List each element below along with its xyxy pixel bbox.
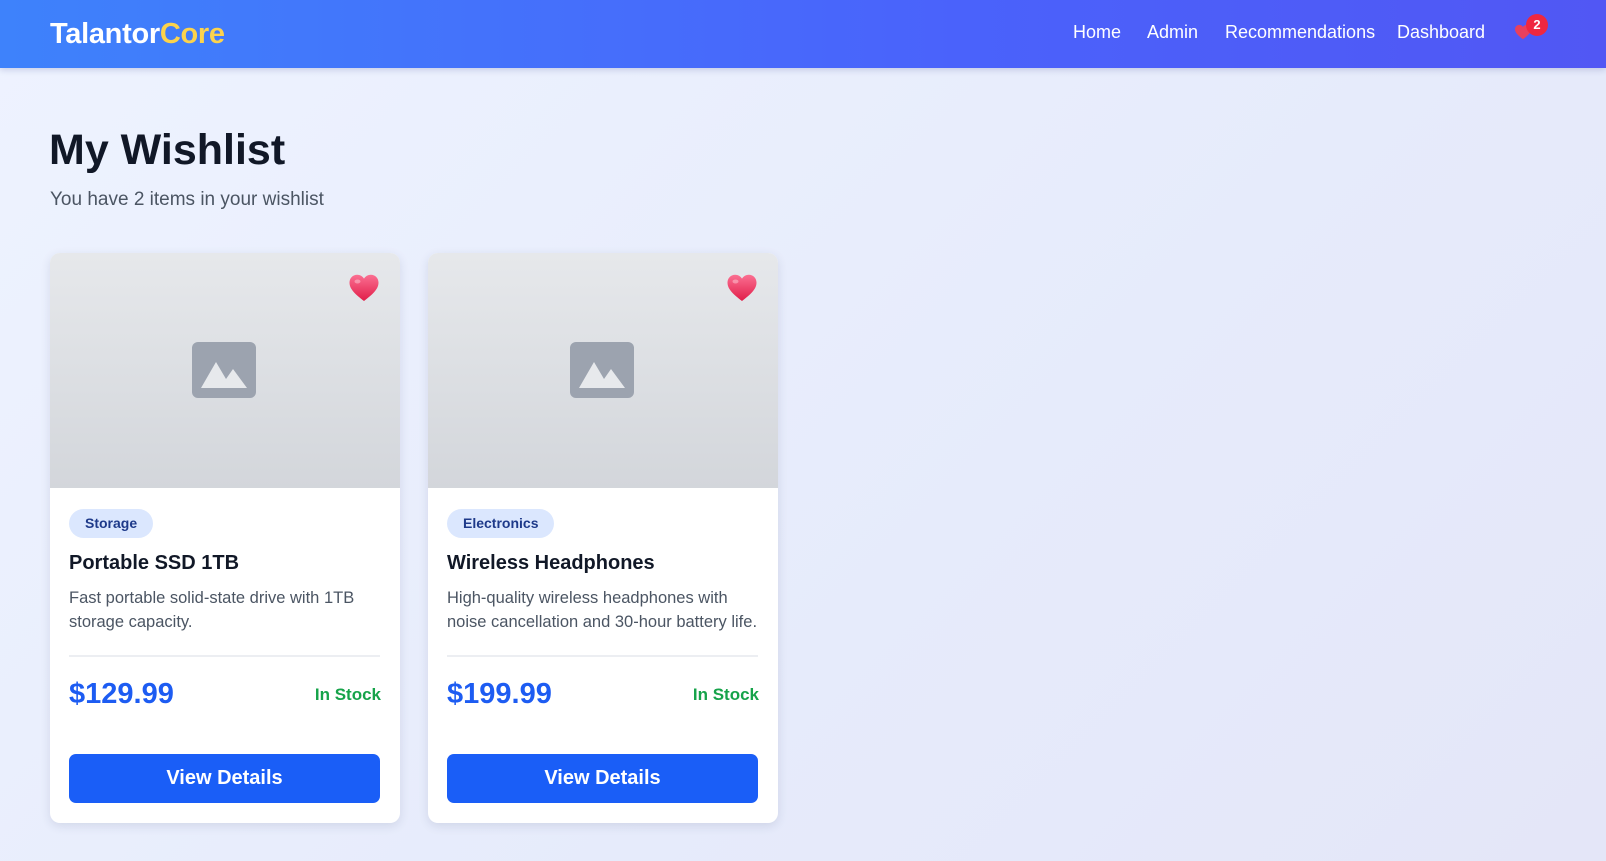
product-card: Storage Portable SSD 1TB Fast portable s…	[50, 253, 400, 823]
heart-icon	[349, 274, 379, 301]
brand-logo[interactable]: TalantorCore	[50, 16, 225, 52]
nav-link-admin[interactable]: Admin	[1147, 21, 1198, 43]
nav-link-recommendations[interactable]: Recommendations	[1225, 21, 1375, 43]
top-navbar: TalantorCore Home Admin Recommendations …	[0, 0, 1606, 68]
brand-name-primary: Talantor	[50, 18, 160, 50]
stock-status: In Stock	[692, 685, 759, 704]
product-description: High-quality wireless headphones with no…	[447, 589, 758, 631]
product-name: Portable SSD 1TB	[69, 552, 240, 574]
product-card: Electronics Wireless Headphones High-qua…	[428, 253, 778, 823]
card-divider	[447, 655, 758, 657]
heart-icon	[727, 274, 757, 301]
product-description: Fast portable solid-state drive with 1TB…	[69, 589, 355, 631]
page-subtitle: You have 2 items in your wishlist	[50, 189, 324, 210]
card-divider	[69, 655, 380, 657]
nav-link-dashboard[interactable]: Dashboard	[1397, 21, 1485, 43]
page-title: My Wishlist	[49, 126, 286, 174]
category-tag: Storage	[69, 509, 154, 538]
brand-name-accent: Core	[159, 18, 225, 50]
nav-link-home[interactable]: Home	[1073, 21, 1121, 43]
product-image	[50, 253, 400, 488]
view-details-button[interactable]: View Details	[447, 754, 758, 803]
view-details-button[interactable]: View Details	[69, 754, 380, 803]
product-info: Electronics Wireless Headphones High-qua…	[447, 509, 758, 634]
product-name: Wireless Headphones	[447, 552, 655, 574]
wishlist-count-badge: 2	[1526, 14, 1548, 36]
product-info: Storage Portable SSD 1TB Fast portable s…	[69, 509, 380, 634]
product-image	[428, 253, 778, 488]
image-placeholder-icon	[192, 342, 256, 398]
remove-from-wishlist-button[interactable]	[348, 273, 380, 303]
image-placeholder-icon	[570, 342, 634, 398]
product-price: $129.99	[69, 678, 174, 710]
stock-status: In Stock	[314, 685, 381, 704]
remove-from-wishlist-button[interactable]	[726, 273, 758, 303]
wishlist-nav-button[interactable]: 2	[1512, 14, 1552, 48]
category-tag: Electronics	[447, 509, 555, 538]
product-price: $199.99	[447, 678, 552, 710]
